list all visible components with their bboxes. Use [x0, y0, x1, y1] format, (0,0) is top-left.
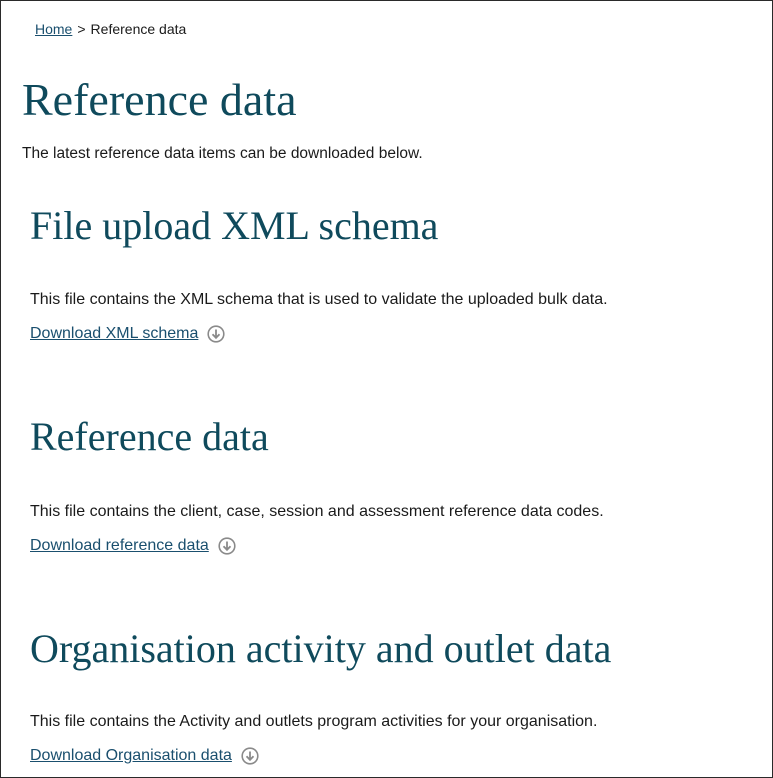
- page-intro: The latest reference data items can be d…: [22, 145, 423, 162]
- download-circle-icon[interactable]: [218, 537, 236, 555]
- download-organisation-data: Download Organisation data: [30, 747, 259, 765]
- section-description-reference-data: This file contains the client, case, ses…: [30, 503, 604, 520]
- download-xml-schema-link[interactable]: Download XML schema: [30, 325, 198, 343]
- section-description-xml-schema: This file contains the XML schema that i…: [30, 291, 608, 308]
- download-organisation-data-link[interactable]: Download Organisation data: [30, 747, 232, 765]
- download-reference-data: Download reference data: [30, 537, 236, 555]
- page-title: Reference data: [22, 74, 297, 125]
- breadcrumb-current: Reference data: [90, 21, 187, 37]
- download-reference-data-link[interactable]: Download reference data: [30, 537, 209, 555]
- download-xml-schema: Download XML schema: [30, 325, 225, 343]
- download-circle-icon[interactable]: [207, 325, 225, 343]
- section-title-organisation-data: Organisation activity and outlet data: [30, 626, 612, 671]
- breadcrumb-home-link[interactable]: Home: [35, 21, 72, 37]
- download-circle-icon[interactable]: [241, 747, 259, 765]
- section-title-reference-data: Reference data: [30, 414, 269, 459]
- breadcrumb-separator: >: [77, 21, 86, 37]
- section-title-xml-schema: File upload XML schema: [30, 203, 439, 248]
- breadcrumb: Home > Reference data: [35, 21, 186, 37]
- section-description-organisation-data: This file contains the Activity and outl…: [30, 713, 598, 730]
